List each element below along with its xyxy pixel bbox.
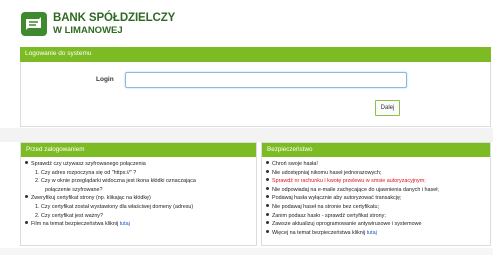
list-item-text: 1. Czy certyfikat został wystawiony dla … xyxy=(35,204,194,210)
bullet-icon xyxy=(25,161,28,164)
list-item: Zweryfikuj certyfikat strony (np. klikaj… xyxy=(25,195,151,202)
separator xyxy=(0,128,493,142)
list-item-text: połączenie szyfrowane? xyxy=(45,186,103,193)
list-item-text: Sprawdź nr rachunku i kwotę przelewu w s… xyxy=(272,178,426,185)
footer-strip xyxy=(0,248,493,255)
list-item-text: Nie podawaj haseł na stronie bez certyfi… xyxy=(272,204,379,210)
bullet-icon xyxy=(266,212,269,216)
login-label: Login xyxy=(96,76,114,83)
bullet-icon xyxy=(266,186,269,190)
before-login-title: Przed zalogowaniem xyxy=(26,146,85,153)
list-item: 2. Czy certyfikat jest ważny? xyxy=(35,213,103,220)
list-item: Zawsze aktualizuj oprogramowanie antywir… xyxy=(266,221,422,228)
list-item: Sprawdź nr rachunku i kwotę przelewu w s… xyxy=(266,178,426,185)
list-item-text: 2. Czy certyfikat jest ważny? xyxy=(35,212,104,219)
bullet-icon xyxy=(266,204,269,207)
security-header: Bezpieczeństwo xyxy=(262,143,490,157)
login-panel-header: Logowanie do systemu xyxy=(20,47,491,62)
bullet-icon xyxy=(266,161,269,164)
list-item-text: Podawaj hasła wyłącznie aby autoryzować … xyxy=(272,195,402,202)
list-item: Chroń swoje hasła! xyxy=(266,161,318,168)
bullet-icon xyxy=(266,195,269,199)
list-item: 1. Czy adres rozpoczyna się od "https://… xyxy=(35,170,136,177)
list-item-text: Więcej na temat bezpieczeństwa kliknij xyxy=(272,229,366,236)
list-item: 2. Czy w oknie przeglądarki widoczna jes… xyxy=(35,178,196,185)
list-item: Sprawdź czy używasz szyfrowanego połącze… xyxy=(25,161,146,168)
brand-name: BANK SPÓŁDZIELCZY xyxy=(53,12,176,24)
security-panel: Bezpieczeństwo Chroń swoje hasła! Nie udo… xyxy=(261,142,491,246)
bullet-icon xyxy=(25,195,28,199)
brand-location: W LIMANOWEJ xyxy=(53,25,123,36)
before-login-header: Przed zalogowaniem xyxy=(21,143,256,157)
list-item: Film na temat bezpieczeństwa kliknij tut… xyxy=(25,221,130,228)
list-item-text: Nie odpowiadaj na e-maile zachęcające do… xyxy=(272,186,439,193)
list-item: Nie odpowiadaj na e-maile zachęcające do… xyxy=(266,186,439,194)
list-item-text: Zanim podasz hasło - sprawdź certyfikat … xyxy=(272,212,386,219)
list-item: Podawaj hasła wyłącznie aby autoryzować … xyxy=(266,195,401,202)
bullet-icon xyxy=(266,169,269,173)
list-item-text: Sprawdź czy używasz szyfrowanego połącze… xyxy=(31,161,146,167)
list-item: Nie podawaj haseł na stronie bez certyfi… xyxy=(266,204,379,211)
list-item-text: Chroń swoje hasła! xyxy=(272,161,318,167)
bank-logo-icon[interactable] xyxy=(21,12,47,36)
list-item-text: 1. Czy adres rozpoczyna się od "https://… xyxy=(35,169,137,176)
security-title: Bezpieczeństwo xyxy=(267,146,313,153)
login-panel-title: Logowanie do systemu xyxy=(25,50,92,57)
list-item-text: Zweryfikuj certyfikat strony (np. klikaj… xyxy=(31,195,151,202)
list-item-text: 2. Czy w oknie przeglądarki widoczna jes… xyxy=(35,178,196,185)
list-item: Więcej na temat bezpieczeństwa kliknij t… xyxy=(266,229,377,237)
list-item: Zanim podasz hasło - sprawdź certyfikat … xyxy=(266,212,386,220)
list-item: Nie udostępniaj nikomu haseł jednorazowy… xyxy=(266,169,382,177)
list-item-text: Film na temat bezpieczeństwa kliknij xyxy=(31,221,119,228)
list-item: połączenie szyfrowane? xyxy=(45,187,103,194)
list-item-text: Nie udostępniaj nikomu haseł jednorazowy… xyxy=(272,169,382,176)
bullet-icon xyxy=(266,221,269,225)
bullet-icon xyxy=(266,178,269,182)
list-item-text: Zawsze aktualizuj oprogramowanie antywir… xyxy=(272,221,422,228)
next-button[interactable]: Dalej xyxy=(375,100,400,116)
list-item: 1. Czy certyfikat został wystawiony dla … xyxy=(35,204,193,211)
site-header: BANK SPÓŁDZIELCZY W LIMANOWEJ xyxy=(0,0,493,46)
bullet-icon xyxy=(266,229,269,233)
bullet-icon xyxy=(25,221,28,225)
login-input[interactable] xyxy=(125,72,407,88)
more-info-link[interactable]: tutaj xyxy=(120,221,130,227)
before-login-panel: Przed zalogowaniem Sprawdź czy używasz s… xyxy=(20,142,257,246)
more-info-link[interactable]: tutaj xyxy=(367,230,377,236)
